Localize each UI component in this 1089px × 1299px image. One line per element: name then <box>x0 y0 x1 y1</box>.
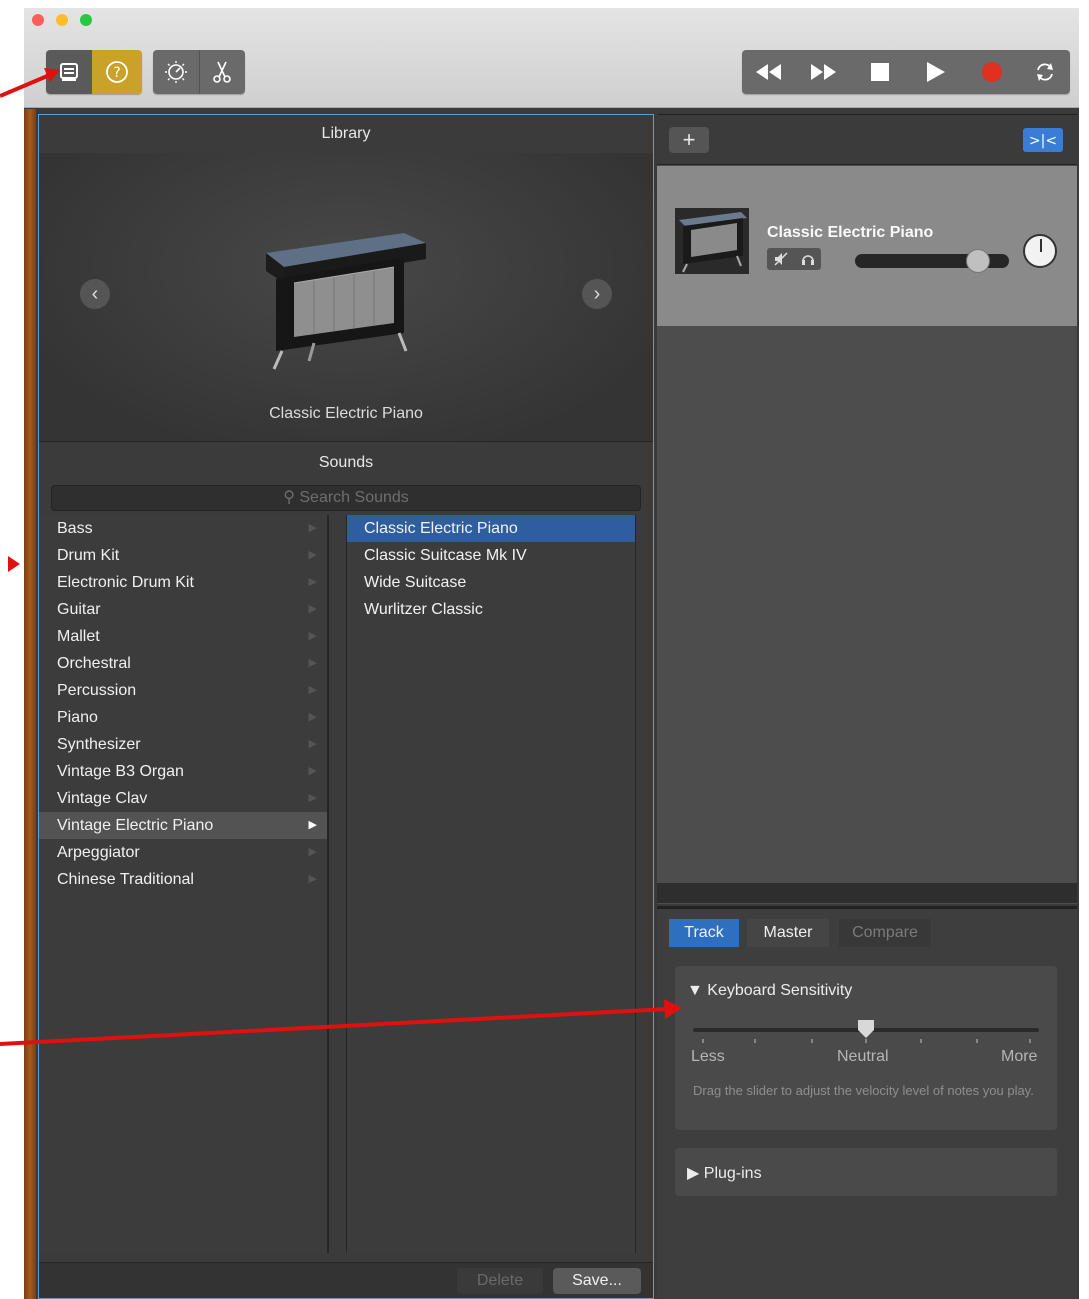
annotation-arrows <box>0 68 682 1046</box>
annotation-arrow-library <box>0 68 60 98</box>
annotation-arrow-keyboard-sensitivity <box>0 999 682 1046</box>
annotation-arrow-categories <box>8 556 20 572</box>
